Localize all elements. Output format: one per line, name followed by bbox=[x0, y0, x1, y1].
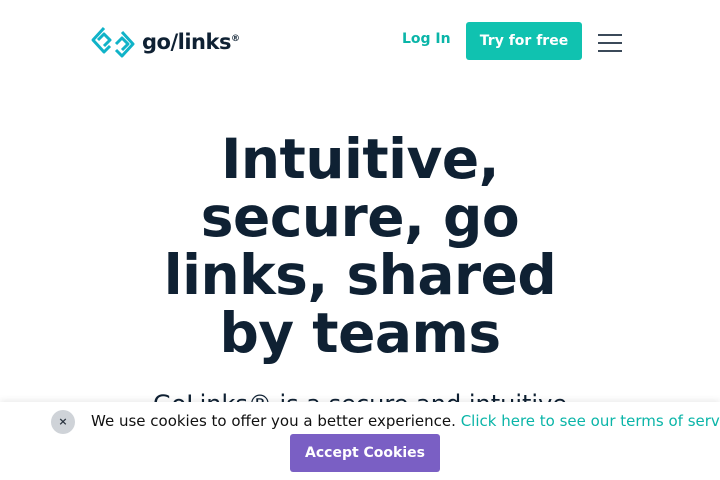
close-icon[interactable]: × bbox=[51, 410, 75, 434]
accept-cookies-button[interactable]: Accept Cookies bbox=[290, 434, 440, 472]
logo-wordmark: go/links® bbox=[142, 30, 240, 54]
golinks-logo[interactable]: go/links® bbox=[90, 25, 240, 59]
login-link[interactable]: Log In bbox=[402, 31, 451, 47]
site-header: go/links® Log In Try for free bbox=[0, 0, 720, 84]
cookie-banner: × We use cookies to offer you a better e… bbox=[0, 402, 720, 480]
hero-title: Intuitive, secure, go links, shared by t… bbox=[163, 127, 557, 365]
golinks-logo-icon bbox=[91, 26, 135, 58]
hamburger-menu-icon[interactable] bbox=[596, 31, 624, 55]
cookie-message: We use cookies to offer you a better exp… bbox=[91, 412, 720, 430]
cookie-message-text: We use cookies to offer you a better exp… bbox=[91, 412, 456, 430]
terms-of-service-link[interactable]: Click here to see our terms of service. bbox=[461, 412, 720, 430]
try-for-free-button[interactable]: Try for free bbox=[466, 22, 582, 60]
